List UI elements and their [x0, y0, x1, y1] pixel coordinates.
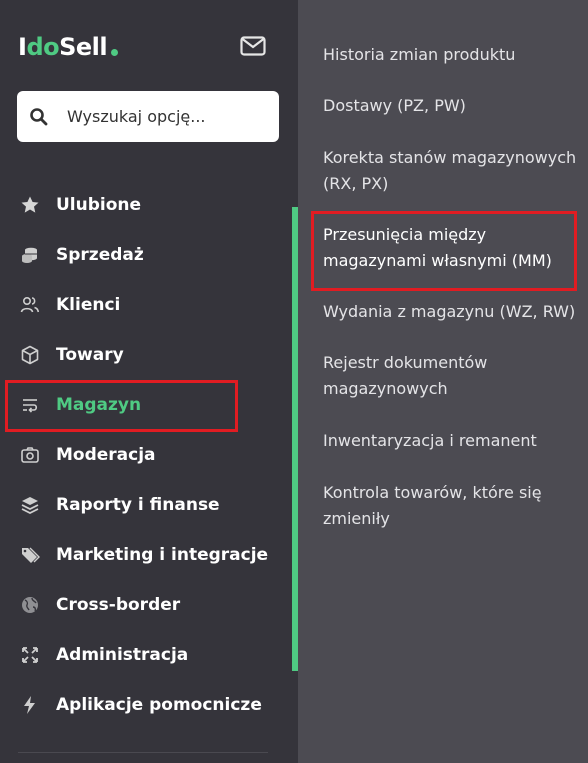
nav-item-administracja[interactable]: Administracja: [0, 630, 290, 680]
nav-item-aplikacje[interactable]: Aplikacje pomocnicze: [0, 680, 290, 730]
search-input[interactable]: [67, 107, 257, 126]
nav-item-marketing[interactable]: Marketing i integracje: [0, 530, 290, 580]
nav-label: Cross-border: [56, 595, 181, 615]
submenu-item-inwentaryzacja[interactable]: Inwentaryzacja i remanent: [323, 428, 585, 454]
logo-text-1: I: [18, 33, 27, 61]
nav-label: Marketing i integracje: [56, 545, 269, 565]
nav-item-towary[interactable]: Towary: [0, 330, 290, 380]
nav-item-moderacja[interactable]: Moderacja: [0, 430, 290, 480]
submenu-item-rejestr[interactable]: Rejestr dokumentów magazynowych: [323, 350, 585, 402]
idosell-logo[interactable]: Ido Sell: [18, 30, 119, 64]
logo-dot: [111, 48, 119, 56]
search-box[interactable]: [17, 91, 279, 142]
users-icon: [20, 295, 40, 315]
camera-icon: [20, 445, 40, 465]
highlight-box-magazyn: [5, 380, 238, 432]
submenu-item-korekta[interactable]: Korekta stanów magazynowych (RX, PX): [323, 145, 585, 197]
expand-icon: [20, 645, 40, 665]
tags-icon: [20, 545, 40, 565]
nav-item-klienci[interactable]: Klienci: [0, 280, 290, 330]
layers-icon: [20, 495, 40, 515]
nav-label: Sprzedaż: [56, 245, 144, 265]
nav-label: Towary: [56, 345, 124, 365]
search-icon: [29, 107, 49, 127]
nav-label: Raporty i finanse: [56, 495, 220, 515]
nav-label: Moderacja: [56, 445, 156, 465]
globe-icon: [20, 595, 40, 615]
nav-item-cross-border[interactable]: Cross-border: [0, 580, 290, 630]
nav-item-ulubione[interactable]: Ulubione: [0, 180, 290, 230]
nav-label: Administracja: [56, 645, 189, 665]
nav-label: Aplikacje pomocnicze: [56, 695, 262, 715]
submenu-panel: Historia zmian produktu Dostawy (PZ, PW)…: [298, 0, 588, 763]
star-icon: [20, 195, 40, 215]
bolt-icon: [20, 695, 40, 715]
logo-text-2: do: [26, 33, 60, 61]
submenu-item-historia[interactable]: Historia zmian produktu: [323, 42, 585, 68]
submenu-item-dostawy[interactable]: Dostawy (PZ, PW): [323, 93, 585, 119]
main-nav: Ulubione Sprzedaż Klienci Towary Magazyn…: [0, 180, 290, 730]
logo-text-3: Sell: [59, 33, 108, 61]
nav-label: Klienci: [56, 295, 121, 315]
box-icon: [20, 345, 40, 365]
highlight-box-przesuniecia: [311, 211, 577, 291]
submenu-item-wydania[interactable]: Wydania z magazynu (WZ, RW): [323, 299, 585, 325]
nav-item-sprzedaz[interactable]: Sprzedaż: [0, 230, 290, 280]
coins-icon: [20, 245, 40, 265]
sidebar: IdoSell Ulubione Sprzedaż Klienci Towary…: [0, 0, 298, 763]
submenu-item-kontrola[interactable]: Kontrola towarów, które się zmieniły: [323, 480, 585, 532]
sidebar-divider: [18, 752, 268, 753]
nav-item-raporty[interactable]: Raporty i finanse: [0, 480, 290, 530]
nav-label: Ulubione: [56, 195, 142, 215]
mail-icon[interactable]: [240, 36, 266, 56]
